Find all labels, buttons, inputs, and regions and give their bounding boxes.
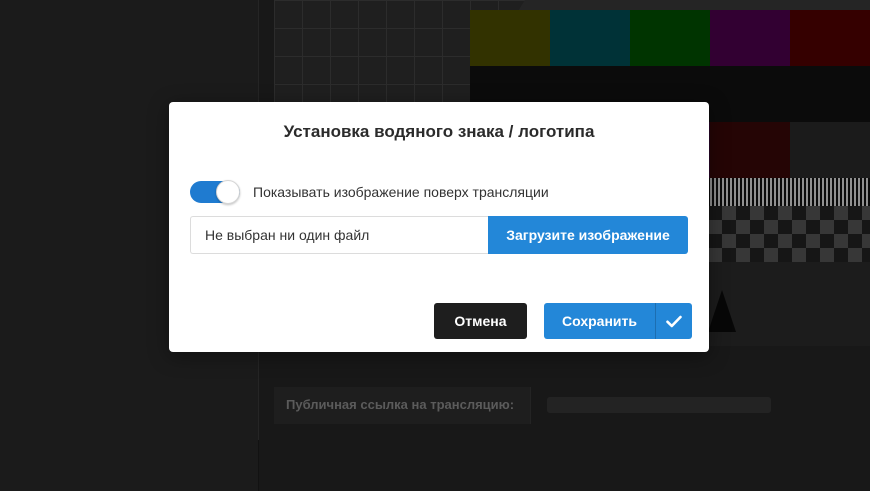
save-button-label: Сохранить <box>562 313 637 329</box>
checkmark-icon <box>656 303 692 339</box>
toggle-knob <box>216 180 240 204</box>
watermark-modal: Установка водяного знака / логотипа Пока… <box>169 102 709 352</box>
file-upload-row: Не выбран ни один файл Загрузите изображ… <box>190 216 688 254</box>
cancel-button[interactable]: Отмена <box>434 303 527 339</box>
show-overlay-label: Показывать изображение поверх трансляции <box>253 184 549 200</box>
file-name-display[interactable]: Не выбран ни один файл <box>190 216 488 254</box>
modal-title: Установка водяного знака / логотипа <box>283 122 595 141</box>
upload-image-button[interactable]: Загрузите изображение <box>488 216 688 254</box>
show-overlay-toggle[interactable] <box>190 180 240 204</box>
save-button[interactable]: Сохранить <box>544 303 692 339</box>
overlay-toggle-row: Показывать изображение поверх трансляции <box>190 180 549 204</box>
